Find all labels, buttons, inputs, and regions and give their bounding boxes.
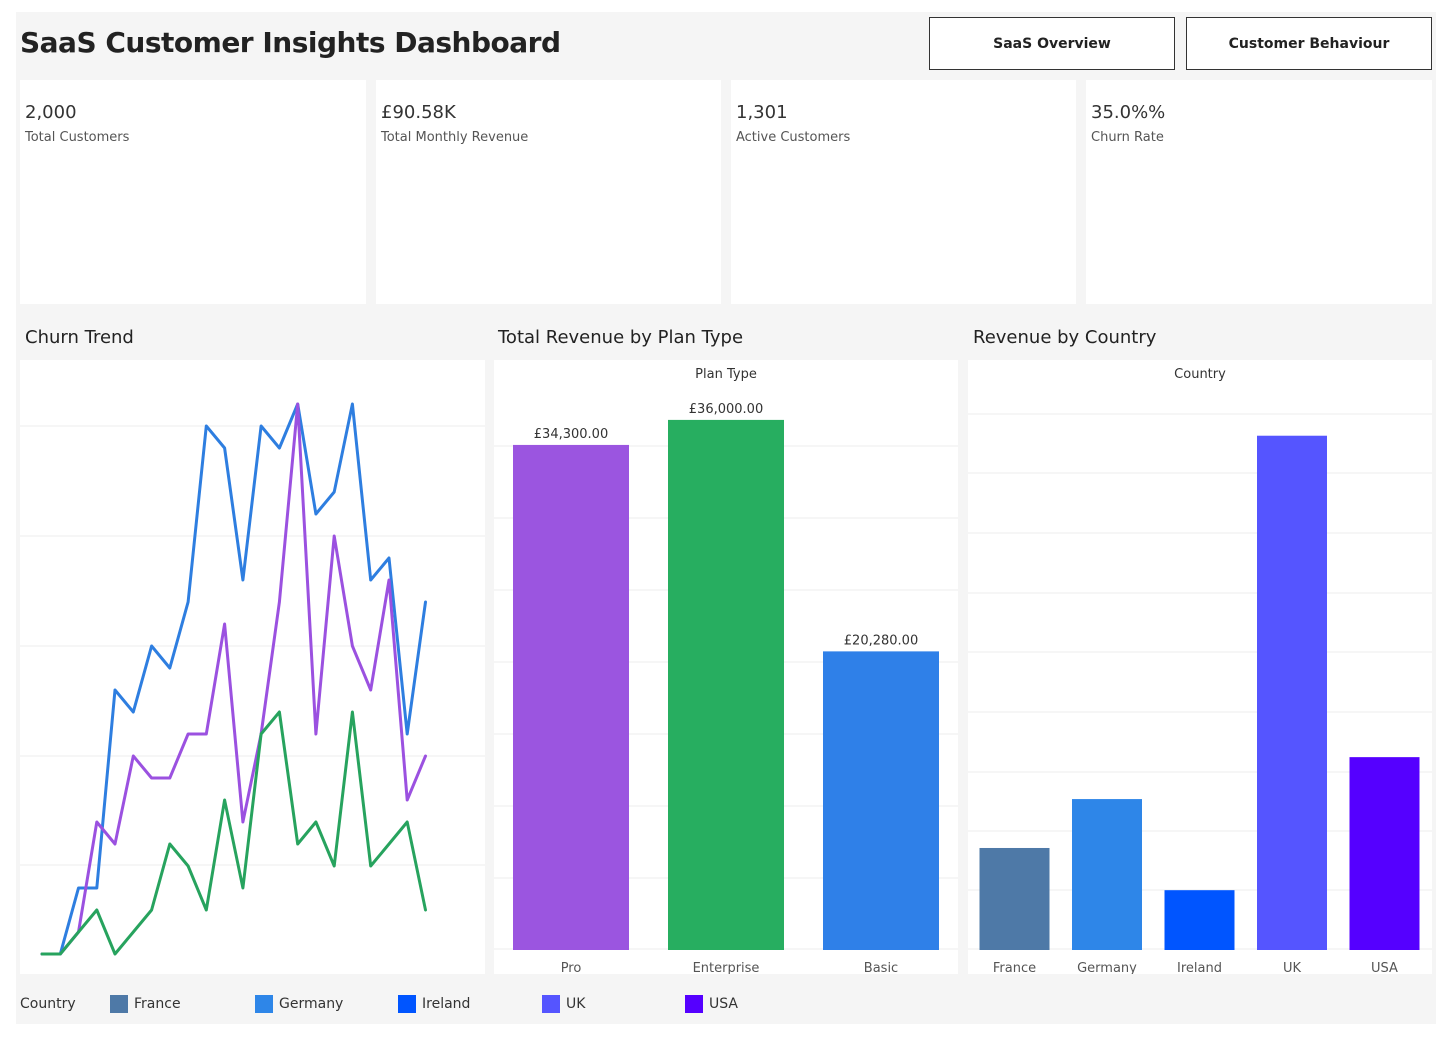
legend-swatch: [398, 995, 416, 1013]
legend-swatch: [110, 995, 128, 1013]
bar-enterprise: [668, 419, 784, 950]
bar-pro: [513, 444, 629, 950]
tick-label: Pro: [561, 961, 582, 974]
country-revenue-chart: Country France Germany Ireland UK USA: [968, 367, 1432, 976]
country-legend: Country France Germany Ireland UK USA: [20, 994, 780, 1016]
plan-revenue-title: Total Revenue by Plan Type: [498, 327, 744, 348]
legend-item-usa[interactable]: USA: [685, 994, 738, 1014]
legend-swatch: [685, 995, 703, 1013]
bar-value-label: £34,300.00: [534, 427, 608, 442]
kpi-label: Total Monthly Revenue: [381, 130, 529, 145]
bar-usa: [1349, 757, 1420, 950]
bar-ireland: [1164, 890, 1235, 950]
kpi-label: Active Customers: [736, 130, 851, 145]
kpi-card-active-customers: 1,301 Active Customers: [731, 80, 1076, 304]
legend-title: Country: [20, 996, 76, 1012]
tick-label: Ireland: [1177, 961, 1222, 974]
bar-basic: [823, 651, 939, 950]
customer-behaviour-button[interactable]: Customer Behaviour: [1186, 17, 1432, 70]
tick-label: Germany: [1077, 961, 1137, 974]
kpi-card-total-customers: 2,000 Total Customers: [20, 80, 366, 304]
kpi-value: 2,000: [25, 102, 77, 123]
legend-label: USA: [709, 996, 738, 1012]
churn-trend-chart-panel: [20, 360, 485, 974]
kpi-value: 35.0%%: [1091, 102, 1166, 123]
legend-label: Germany: [279, 996, 344, 1012]
churn-series-line-0: [40, 402, 427, 956]
kpi-value: 1,301: [736, 102, 788, 123]
plan-revenue-chart: Plan Type £34,300.00 Pro £36,000.00 Enterpri…: [494, 367, 958, 976]
legend-item-ireland[interactable]: Ireland: [398, 994, 470, 1014]
tick-label: UK: [1283, 961, 1302, 974]
legend-label: France: [134, 996, 181, 1012]
kpi-card-churn-rate: 35.0%% Churn Rate: [1086, 80, 1432, 304]
legend-label: UK: [566, 996, 586, 1012]
kpi-label: Churn Rate: [1091, 130, 1164, 145]
bar-uk: [1257, 435, 1327, 951]
churn-series-line-2: [40, 710, 427, 956]
churn-trend-chart: [20, 402, 485, 956]
plan-revenue-chart-panel: Plan Type £34,300.00 Pro £36,000.00 Enterpri…: [494, 360, 958, 976]
kpi-value: £90.58K: [381, 102, 456, 123]
legend-swatch: [542, 995, 560, 1013]
bar-value-label: £36,000.00: [689, 402, 763, 417]
tick-label: USA: [1371, 961, 1398, 974]
country-revenue-title: Revenue by Country: [973, 327, 1157, 348]
tick-label: France: [993, 961, 1036, 974]
x-axis-header: Plan Type: [695, 367, 757, 382]
tick-label: Basic: [864, 961, 898, 974]
saas-overview-button[interactable]: SaaS Overview: [929, 17, 1175, 70]
country-revenue-chart-panel: Country France Germany Ireland UK USA: [968, 360, 1432, 976]
legend-swatch: [255, 995, 273, 1013]
x-axis-header: Country: [1174, 367, 1226, 382]
tick-label: Enterprise: [693, 961, 760, 974]
legend-item-france[interactable]: France: [110, 994, 181, 1014]
legend-item-uk[interactable]: UK: [542, 994, 585, 1014]
bar-value-label: £20,280.00: [844, 633, 918, 648]
kpi-label: Total Customers: [25, 130, 130, 145]
legend-label: Ireland: [422, 996, 471, 1012]
churn-trend-title: Churn Trend: [25, 327, 134, 348]
legend-item-germany[interactable]: Germany: [255, 994, 343, 1014]
page-title: SaaS Customer Insights Dashboard: [20, 26, 561, 59]
bar-france: [979, 847, 1050, 950]
bar-germany: [1072, 799, 1142, 950]
kpi-card-monthly-revenue: £90.58K Total Monthly Revenue: [376, 80, 721, 304]
